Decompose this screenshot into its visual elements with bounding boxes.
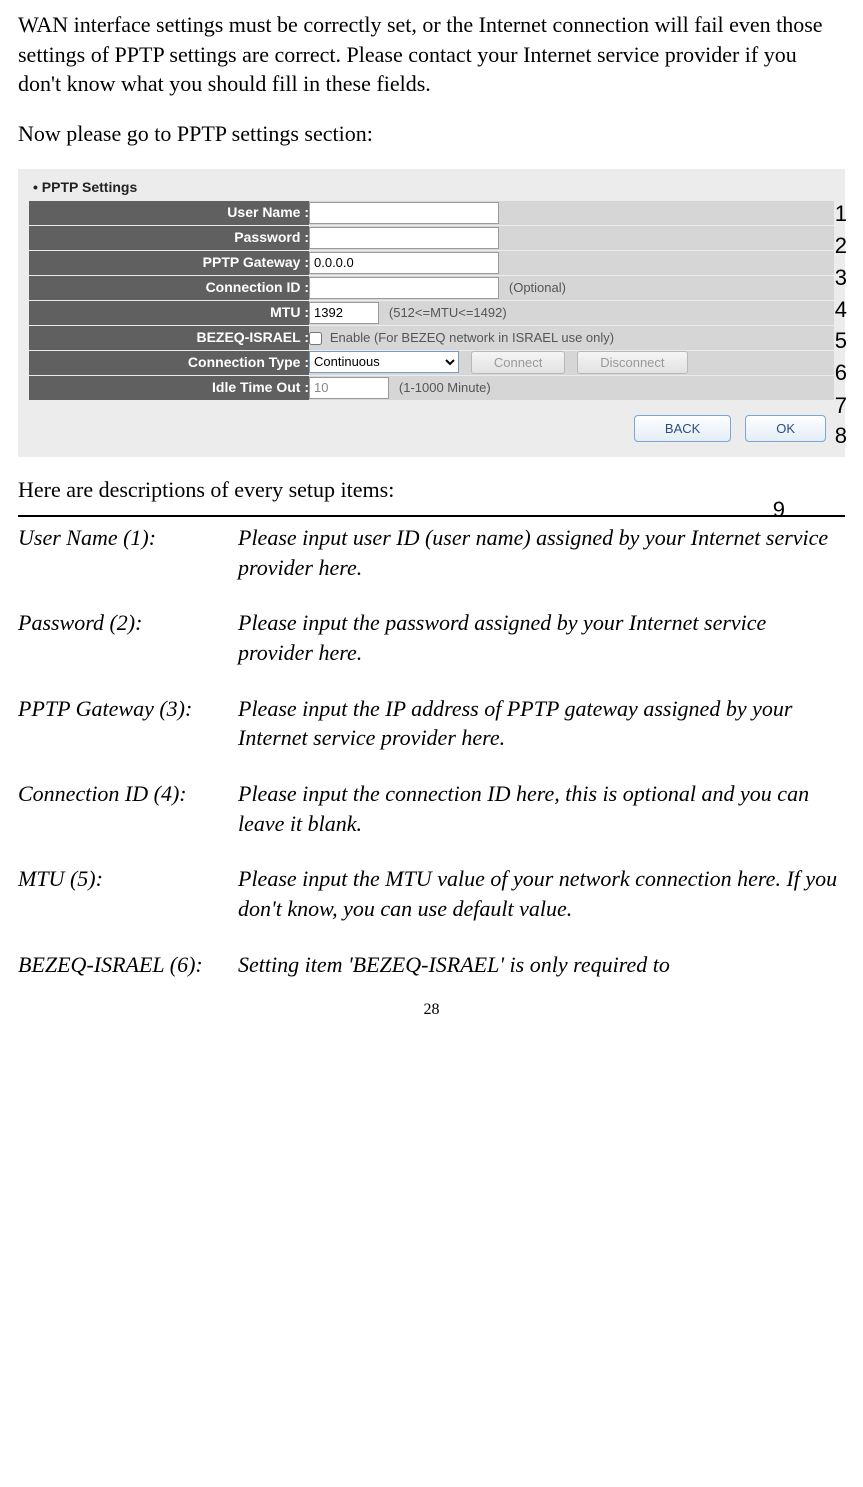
intro-paragraph-1: WAN interface settings must be correctly…	[18, 10, 845, 99]
settings-form-table: User Name : Password : PPTP Gateway : Co…	[29, 201, 834, 401]
username-label: User Name :	[29, 201, 309, 226]
def-text-5: Please input the MTU value of your netwo…	[238, 864, 845, 949]
connection-type-label: Connection Type :	[29, 350, 309, 375]
disconnect-button[interactable]: Disconnect	[577, 351, 687, 375]
def-term-2: Password (2):	[18, 608, 238, 693]
gateway-label: PPTP Gateway :	[29, 250, 309, 275]
def-term-4: Connection ID (4):	[18, 779, 238, 864]
def-term-6: BEZEQ-ISRAEL (6):	[18, 950, 238, 980]
connection-id-hint: (Optional)	[509, 280, 566, 295]
username-input[interactable]	[309, 202, 499, 224]
callout-1: 1	[835, 199, 847, 229]
intro-paragraph-2: Now please go to PPTP settings section:	[18, 119, 845, 149]
def-text-4: Please input the connection ID here, thi…	[238, 779, 845, 864]
pptp-settings-figure: PPTP Settings User Name : Password : PPT…	[18, 169, 845, 457]
bezeq-label: BEZEQ-ISRAEL :	[29, 325, 309, 350]
callout-6: 6	[835, 358, 847, 388]
mtu-hint: (512<=MTU<=1492)	[389, 305, 507, 320]
gateway-input[interactable]	[309, 252, 499, 274]
panel-actions: BACK OK	[29, 401, 834, 443]
connect-button[interactable]: Connect	[471, 351, 565, 375]
password-input[interactable]	[309, 227, 499, 249]
bezeq-checkbox[interactable]	[309, 332, 322, 345]
bezeq-text: Enable (For BEZEQ network in ISRAEL use …	[330, 330, 614, 345]
ok-button[interactable]: OK	[745, 415, 826, 443]
def-term-5: MTU (5):	[18, 864, 238, 949]
mtu-label: MTU :	[29, 300, 309, 325]
horizontal-rule	[18, 515, 845, 517]
panel-title: PPTP Settings	[29, 176, 834, 201]
password-label: Password :	[29, 225, 309, 250]
callout-5: 5	[835, 326, 847, 356]
idle-timeout-input[interactable]	[309, 377, 389, 399]
callout-2: 2	[835, 231, 847, 261]
connection-id-label: Connection ID :	[29, 275, 309, 300]
def-text-2: Please input the password assigned by yo…	[238, 608, 845, 693]
def-text-1: Please input user ID (user name) assigne…	[238, 523, 845, 608]
callout-3: 3	[835, 263, 847, 293]
connection-type-select[interactable]: Continuous	[309, 351, 459, 373]
def-text-6: Setting item 'BEZEQ-ISRAEL' is only requ…	[238, 950, 845, 980]
idle-timeout-label: Idle Time Out :	[29, 375, 309, 400]
back-button[interactable]: BACK	[634, 415, 731, 443]
mtu-input[interactable]	[309, 302, 379, 324]
idle-timeout-hint: (1-1000 Minute)	[399, 380, 491, 395]
def-term-1: User Name (1):	[18, 523, 238, 608]
connection-id-input[interactable]	[309, 277, 499, 299]
page-number: 28	[18, 999, 845, 1021]
def-term-3: PPTP Gateway (3):	[18, 694, 238, 779]
descriptions-heading: Here are descriptions of every setup ite…	[18, 475, 845, 505]
callout-7: 7	[835, 391, 847, 421]
def-text-3: Please input the IP address of PPTP gate…	[238, 694, 845, 779]
definitions-table: User Name (1): Please input user ID (use…	[18, 523, 845, 980]
pptp-settings-panel: PPTP Settings User Name : Password : PPT…	[18, 169, 845, 457]
callout-8: 8	[835, 421, 847, 451]
callout-9: 9	[773, 495, 785, 525]
callout-4: 4	[835, 295, 847, 325]
